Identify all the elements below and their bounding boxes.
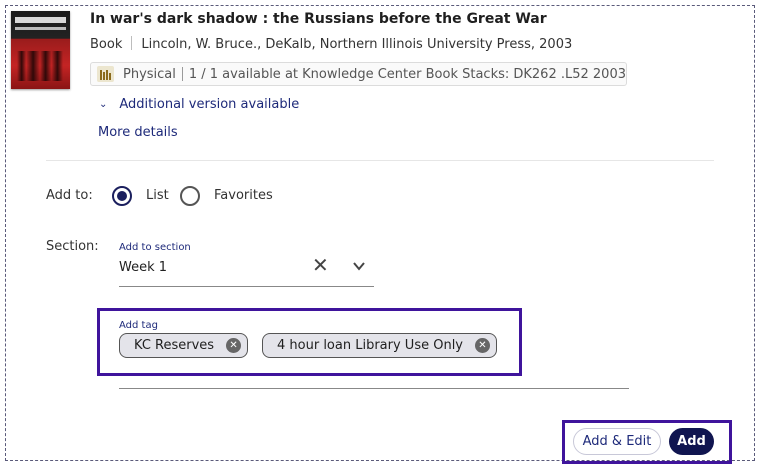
radio-favorites-label[interactable]: Favorites [214,188,273,203]
tag-chip[interactable]: KC Reserves ✕ [119,333,249,358]
radio-favorites[interactable] [180,186,200,206]
add-to-label: Add to: [46,188,93,203]
availability-line[interactable]: Physical 1 / 1 available at Knowledge Ce… [90,62,627,86]
tag-input-underline[interactable] [119,388,629,389]
more-details-link[interactable]: More details [98,125,178,140]
record-meta: Book Lincoln, W. Bruce., DeKalb, Northern… [90,36,572,52]
chevron-down-icon[interactable] [351,259,367,273]
section-field-label: Add to section [119,242,191,253]
remove-tag-icon[interactable]: ✕ [226,338,242,353]
divider [131,36,133,50]
availability-format: Physical [122,66,176,82]
radio-list[interactable] [112,186,132,206]
additional-version-label: Additional version available [119,97,300,112]
section-select-underline [119,286,374,287]
chevron-down-icon: ⌄ [99,99,108,110]
tag-field-label: Add tag [119,320,158,331]
tag-chip-label: KC Reserves [134,338,215,353]
add-button[interactable]: Add [669,428,714,455]
remove-tag-icon[interactable]: ✕ [475,338,490,353]
book-cover-thumbnail[interactable] [11,11,70,89]
radio-list-label[interactable]: List [146,188,169,203]
add-and-edit-button[interactable]: Add & Edit [573,428,661,455]
library-icon [97,66,114,82]
availability-status: 1 / 1 available at Knowledge Center Book… [188,66,626,82]
section-select-value[interactable]: Week 1 [119,260,167,275]
section-divider [46,160,714,161]
record-title[interactable]: In war's dark shadow : the Russians befo… [90,11,547,27]
tag-chip-label: 4 hour loan Library Use Only [277,338,463,353]
record-details: Lincoln, W. Bruce., DeKalb, Northern Ill… [141,37,573,52]
tag-chip[interactable]: 4 hour loan Library Use Only ✕ [262,333,497,358]
additional-version-toggle[interactable]: ⌄ Additional version available [99,97,299,112]
section-label: Section: [46,239,99,254]
record-type: Book [90,37,123,52]
divider [181,67,183,81]
clear-icon[interactable]: ✕ [312,255,329,275]
